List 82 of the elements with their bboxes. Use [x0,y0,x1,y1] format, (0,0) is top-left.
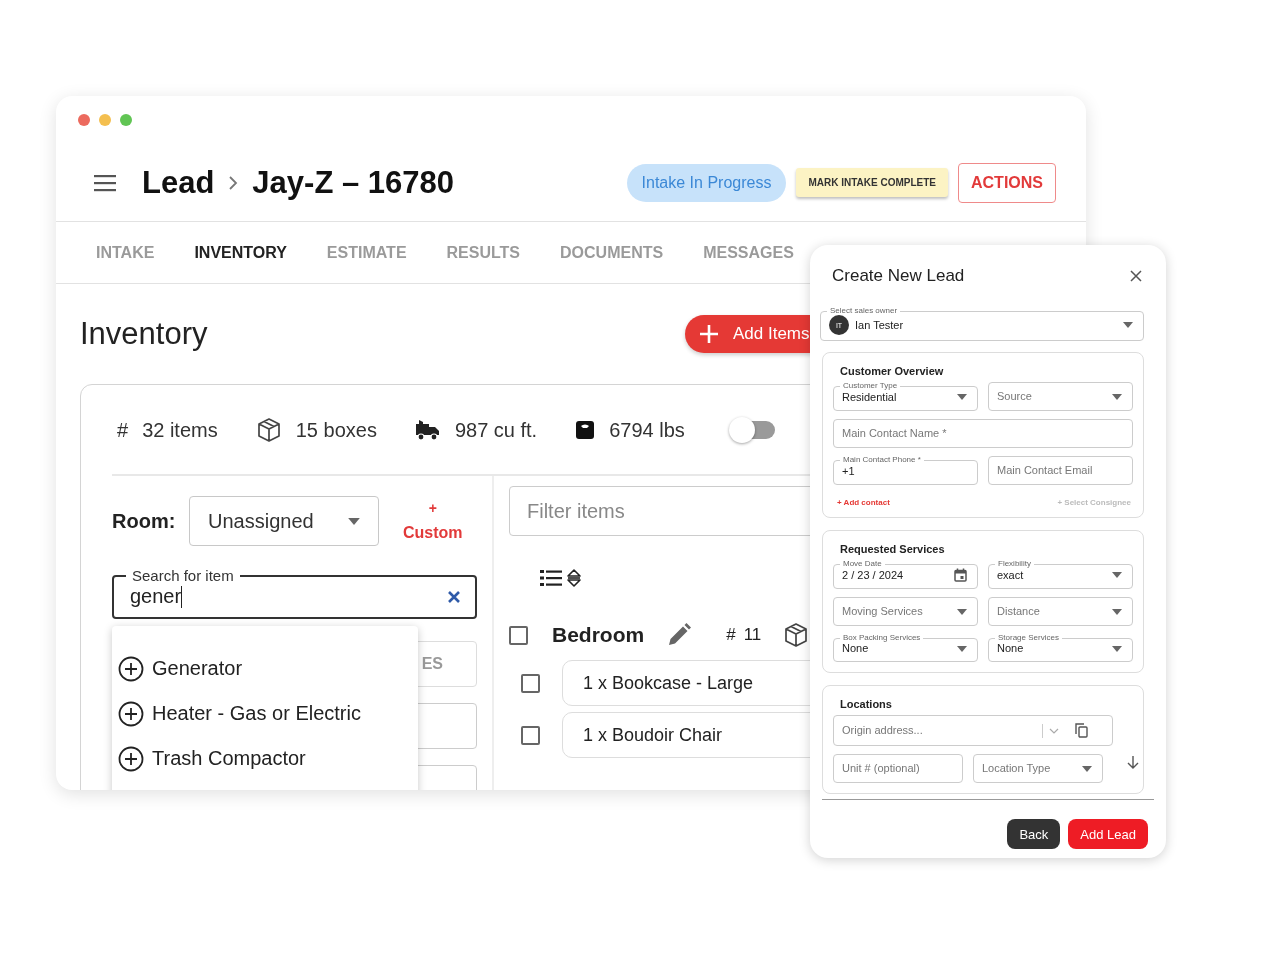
tab[interactable]: INVENTORY [174,243,307,262]
input-field[interactable]: Main Contact Email [988,456,1133,485]
window-control-dot[interactable] [99,114,111,126]
add-link[interactable]: + Add contact [837,498,890,507]
plus-icon [699,324,719,344]
caret-icon [1112,645,1122,652]
checkbox[interactable] [521,673,540,693]
plus-circle-icon [118,700,144,727]
select-field[interactable]: Moving Services [833,597,978,626]
page-title: Inventory [80,316,209,352]
caret-icon [1082,765,1092,772]
suggestion-item[interactable]: Trash Compactor [112,736,418,781]
search-field[interactable]: Search for item gener [112,567,477,619]
back-button[interactable]: Back [1007,819,1061,849]
sort-list-icon[interactable] [540,569,562,587]
add-lead-button[interactable]: Add Lead [1068,819,1148,849]
address-field[interactable]: Origin address... [833,715,1113,746]
select-field[interactable]: Customer Type Residential [833,382,978,411]
close-icon[interactable] [1130,270,1142,282]
input-field[interactable]: Main Contact Phone * +1 [833,456,978,485]
select-field[interactable]: Flexibility exact [988,560,1133,589]
tab[interactable]: MESSAGES [683,243,814,262]
caret-icon [957,394,967,400]
input-field[interactable]: Main Contact Name * [833,419,1133,448]
cube-icon [783,622,810,648]
item-count: 11 [743,625,762,645]
select-field[interactable]: Source [988,382,1133,411]
cube-icon [255,417,282,443]
tab[interactable]: ESTIMATE [306,243,427,262]
tab[interactable]: INTAKE [76,243,175,262]
dialog-title: Create New Lead [832,266,965,286]
plus-circle-icon [118,655,144,682]
lead-title: Jay-Z – 16780 [252,164,454,201]
caret-icon [957,645,967,652]
suggestion-item[interactable]: Generator [112,646,418,691]
chevron-down-icon [1049,727,1059,734]
caret-icon [1123,322,1133,328]
caret-icon [1112,572,1122,578]
pencil-icon[interactable] [666,622,693,648]
breadcrumb-link[interactable]: Lead [142,164,215,201]
stat-value: 6794 lbs [609,418,685,442]
status-badge: Intake In Progress [626,163,787,202]
tab[interactable]: RESULTS [426,243,541,262]
checkbox[interactable] [521,725,540,745]
copy-icon[interactable] [1075,723,1088,738]
custom-item-button[interactable]: + Custom [403,500,463,542]
mark-complete-button[interactable]: MARK INTAKE COMPLETE [796,168,948,197]
window-control-dot[interactable] [120,114,132,126]
select-field[interactable]: Location Type [973,754,1103,783]
room-name: Bedroom [552,623,645,647]
actions-button[interactable]: ACTIONS [958,162,1056,203]
section-title: Customer Overview [840,365,945,377]
calendar-icon[interactable] [954,568,967,582]
chevron-right-icon [228,174,239,191]
room-select[interactable]: Unassigned [189,496,379,546]
suggestion-item[interactable]: Heater - Gas or Electric [112,691,418,736]
tab[interactable]: DOCUMENTS [540,243,684,262]
caret-icon [348,517,360,525]
room-label: Room: [112,509,177,533]
arrow-down-icon[interactable] [1127,755,1139,769]
count-symbol: # [726,625,736,645]
caret-icon [1112,393,1122,400]
date-field[interactable]: Move Date 2 / 23 / 2024 [833,560,978,589]
caret-icon [1112,608,1122,615]
section-title: Requested Services [840,543,946,555]
stat-value: 15 boxes [295,418,377,442]
select-field[interactable]: Distance [988,597,1133,626]
plus-circle-icon [118,745,144,772]
checkbox[interactable] [509,625,528,645]
hash-symbol: # [117,418,129,442]
input-field[interactable]: Unit # (optional) [833,754,963,783]
stat-value: 32 items [142,418,218,442]
stat-value: 987 cu ft. [454,418,538,442]
truck-icon [414,419,441,441]
select-field[interactable]: Storage Services None [988,634,1133,662]
menu-icon[interactable] [94,173,116,192]
caret-icon [957,608,967,615]
clear-icon[interactable] [447,589,461,604]
scale-icon [575,420,596,440]
window-control-dot[interactable] [78,114,90,126]
select-field[interactable]: Box Packing Services None [833,634,978,662]
sort-arrows-icon[interactable] [567,569,581,587]
